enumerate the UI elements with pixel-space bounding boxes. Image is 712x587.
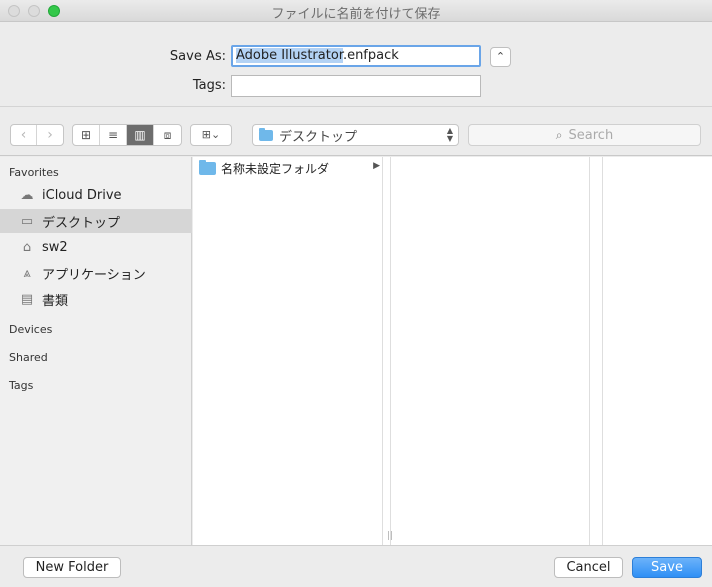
chevron-up-icon: ⌃: [495, 50, 506, 63]
navigation-segmented-control: ‹ ›: [10, 124, 64, 146]
sidebar-item-home[interactable]: ⌂ sw2: [0, 235, 192, 259]
devices-heading[interactable]: Devices: [9, 323, 52, 336]
tags-field[interactable]: [231, 75, 481, 97]
coverflow-icon: ⧈: [163, 127, 172, 142]
shared-heading[interactable]: Shared: [9, 351, 48, 364]
chevron-right-icon: ›: [47, 127, 53, 143]
forward-button[interactable]: ›: [37, 125, 63, 145]
icon-view-button[interactable]: ⊞: [73, 125, 101, 145]
title-bar: ファイルに名前を付けて保存: [0, 0, 712, 22]
column-view-button[interactable]: ▥: [127, 125, 155, 145]
sidebar-item-label: デスクトップ: [42, 215, 121, 231]
browser-column-3[interactable]: [602, 157, 712, 545]
sidebar-item-label: sw2: [42, 239, 68, 255]
applications-icon: ⩓: [23, 265, 31, 281]
list-icon: ≡: [107, 128, 119, 142]
documents-icon: ▤: [20, 291, 34, 307]
cloud-icon: ☁: [20, 187, 34, 203]
filename-selected-text: Adobe Illustrator: [236, 48, 343, 63]
sidebar-item-documents[interactable]: ▤ 書類: [0, 287, 192, 311]
column-browser: 名称未設定フォルダ ▶ ||: [193, 157, 712, 545]
location-label: デスクトップ: [279, 129, 358, 145]
sidebar-item-label: 書類: [42, 293, 69, 309]
search-placeholder: Search: [568, 127, 614, 143]
save-header: Save As: Adobe Illustrator.enfpack ⌃ Tag…: [0, 23, 712, 107]
sidebar-item-label: iCloud Drive: [42, 187, 122, 203]
view-mode-segmented-control: ⊞ ≡ ▥ ⧈: [72, 124, 182, 146]
collapse-dialog-button[interactable]: ⌃: [490, 47, 511, 67]
icon-grid-icon: ⊞: [80, 128, 92, 142]
folder-row[interactable]: 名称未設定フォルダ ▶: [193, 158, 383, 178]
coverflow-view-button[interactable]: ⧈: [154, 125, 181, 145]
toolbar: ‹ › ⊞ ≡ ▥ ⧈ ⊞⌄ デスクトップ ▲ ▼ ⌕ Search: [0, 108, 712, 156]
new-folder-button[interactable]: New Folder: [23, 557, 121, 578]
folder-name: 名称未設定フォルダ: [221, 161, 330, 176]
browser-column-1[interactable]: 名称未設定フォルダ ▶ ||: [193, 157, 393, 545]
tags-heading[interactable]: Tags: [9, 379, 33, 392]
sidebar-item-applications[interactable]: ⩓ アプリケーション: [0, 261, 192, 285]
home-icon: ⌂: [22, 239, 32, 255]
save-button[interactable]: Save: [632, 557, 702, 578]
window-title: ファイルに名前を付けて保存: [271, 7, 441, 22]
folder-icon: [199, 159, 216, 175]
sidebar: Favorites ☁ iCloud Drive ▭ デスクトップ ⌂ sw2 …: [0, 157, 192, 545]
favorites-heading: Favorites: [9, 166, 59, 179]
search-field[interactable]: ⌕ Search: [468, 124, 701, 146]
columns-icon: ▥: [134, 128, 146, 142]
disclosure-triangle-icon: ▶: [373, 161, 380, 171]
list-view-button[interactable]: ≡: [100, 125, 128, 145]
browser-column-2[interactable]: [390, 157, 590, 545]
sidebar-item-icloud-drive[interactable]: ☁ iCloud Drive: [0, 183, 192, 207]
sidebar-item-label: アプリケーション: [42, 267, 146, 283]
back-button[interactable]: ‹: [11, 125, 37, 145]
updown-arrows-icon: ▲ ▼: [446, 126, 453, 143]
arrange-button[interactable]: ⊞⌄: [190, 124, 232, 146]
folder-icon: [259, 127, 273, 141]
chevron-left-icon: ‹: [20, 127, 27, 143]
desktop-icon: ▭: [20, 213, 34, 229]
arrange-grid-icon: ⊞⌄: [201, 128, 221, 141]
sidebar-item-desktop[interactable]: ▭ デスクトップ: [0, 209, 192, 233]
cancel-button[interactable]: Cancel: [554, 557, 623, 578]
save-as-field[interactable]: Adobe Illustrator.enfpack: [231, 45, 481, 67]
tags-label: Tags:: [192, 78, 226, 93]
save-as-label: Save As:: [169, 49, 226, 64]
footer: New Folder Cancel Save: [0, 545, 712, 587]
filename-extension: .enfpack: [342, 48, 399, 63]
search-icon: ⌕: [555, 127, 563, 142]
location-popup[interactable]: デスクトップ ▲ ▼: [252, 124, 459, 146]
